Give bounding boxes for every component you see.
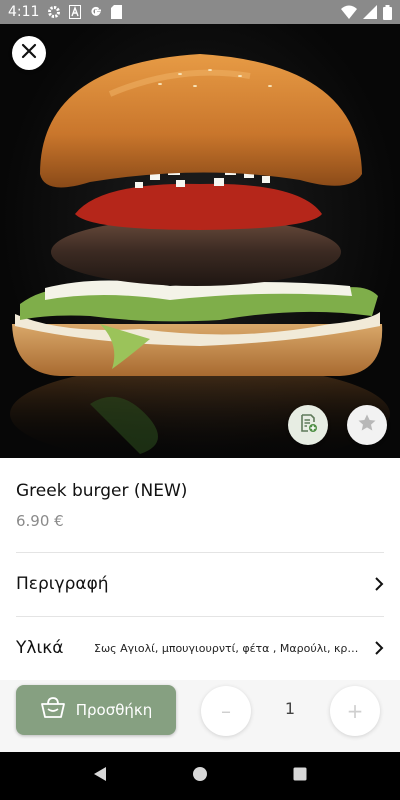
- a-icon: [69, 4, 82, 20]
- ingredients-row[interactable]: Υλικά Σως Αγιολί, μπουγιουρντί, φέτα , Μ…: [16, 628, 384, 668]
- decrease-quantity-button[interactable]: –: [201, 686, 251, 736]
- star-icon: [357, 413, 377, 437]
- divider: [16, 616, 384, 617]
- quantity-value: 1: [284, 699, 296, 718]
- plus-icon: +: [346, 699, 364, 723]
- close-icon: [21, 43, 37, 63]
- increase-quantity-button[interactable]: +: [330, 686, 380, 736]
- system-nav-bar: [0, 752, 400, 800]
- ingredients-text: Σως Αγιολί, μπουγιουρντί, φέτα , Μαρούλι…: [94, 641, 364, 655]
- divider: [16, 552, 384, 553]
- product-price: 6.90 €: [16, 512, 64, 530]
- description-label: Περιγραφή: [16, 574, 109, 594]
- back-icon[interactable]: [92, 766, 108, 786]
- battery-icon: [383, 4, 392, 20]
- chevron-right-icon: [374, 576, 384, 592]
- add-note-button[interactable]: [288, 405, 328, 445]
- minus-icon: –: [221, 699, 231, 723]
- add-to-cart-label: Προσθήκη: [75, 701, 153, 719]
- chevron-right-icon: [374, 640, 384, 656]
- google-icon: [89, 4, 103, 20]
- favorite-button[interactable]: [347, 405, 387, 445]
- description-row[interactable]: Περιγραφή: [16, 564, 384, 604]
- status-bar: 4:11: [0, 0, 400, 24]
- status-time: 4:11: [8, 4, 40, 20]
- note-add-icon: [298, 413, 318, 437]
- gear-icon: [47, 4, 61, 20]
- product-name: Greek burger (NEW): [16, 481, 188, 501]
- close-button[interactable]: [12, 36, 46, 70]
- signal-icon: [363, 4, 377, 20]
- burger-photo: [0, 24, 400, 458]
- basket-icon: [40, 697, 66, 723]
- add-to-cart-button[interactable]: Προσθήκη: [16, 685, 176, 735]
- wifi-icon: [341, 4, 357, 20]
- home-icon[interactable]: [192, 766, 208, 786]
- ingredients-label: Υλικά: [16, 638, 64, 658]
- recents-icon[interactable]: [292, 766, 308, 786]
- sd-card-icon: [111, 4, 123, 20]
